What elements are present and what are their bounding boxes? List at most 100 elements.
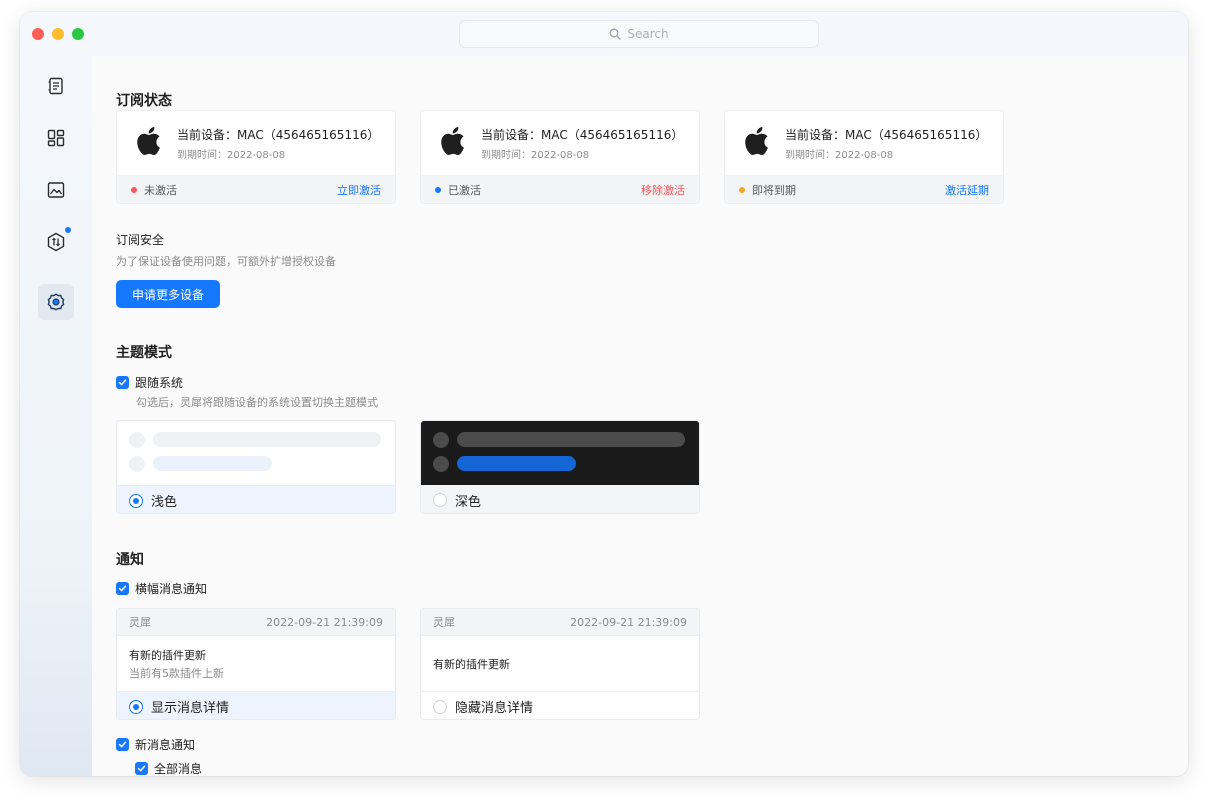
dashboard-icon [47, 129, 65, 147]
search-icon [609, 28, 622, 40]
notify-option-label: 隐藏消息详情 [455, 701, 534, 716]
device-info: 当前设备：MAC（456465165116） 到期时间：2022-08-08 [117, 111, 395, 175]
theme-option-label: 浅色 [151, 495, 178, 510]
device-info: 当前设备：MAC（456465165116） 到期时间：2022-08-08 [421, 111, 699, 175]
search-input[interactable]: Search [459, 20, 819, 48]
preview-bar [457, 432, 685, 447]
new-message-notify-label: 新消息通知 [135, 738, 196, 752]
device-expiry: 到期时间：2022-08-08 [481, 150, 590, 161]
status-dot-orange [739, 187, 745, 193]
theme-option-light[interactable]: 浅色 [116, 420, 396, 514]
checkbox-checked-icon [135, 762, 148, 775]
all-messages-checkbox[interactable]: 全部消息 [135, 760, 202, 776]
settings-content: 订阅状态 当前设备：MAC（456465165116） 到期时间：2022-08… [92, 56, 1188, 776]
notification-badge [65, 227, 71, 233]
preview-bar-accent [457, 456, 576, 471]
all-messages-label: 全部消息 [154, 762, 203, 776]
checkbox-checked-icon [116, 376, 129, 389]
notify-app-name: 灵犀 [129, 616, 151, 629]
image-icon [47, 182, 65, 198]
checkbox-checked-icon [116, 738, 129, 751]
search-placeholder: Search [627, 27, 669, 41]
dark-theme-preview [421, 421, 699, 485]
extend-activation-link[interactable]: 激活延期 [945, 182, 989, 198]
device-name: 当前设备：MAC（456465165116） [785, 128, 988, 142]
preview-bar [153, 432, 381, 447]
notify-preview-show-detail[interactable]: 灵犀 2022-09-21 21:39:09 有新的插件更新 当前有5款插件上新… [116, 608, 396, 720]
apple-icon [745, 127, 768, 156]
notify-preview-header: 灵犀 2022-09-21 21:39:09 [421, 609, 699, 636]
sidebar-item-settings[interactable] [38, 284, 74, 320]
notify-option-label: 显示消息详情 [151, 701, 230, 716]
dark-theme-footer: 深色 [421, 485, 699, 513]
device-expiry: 到期时间：2022-08-08 [785, 150, 894, 161]
status-dot-red [131, 187, 137, 193]
remove-activation-link[interactable]: 移除激活 [641, 182, 685, 198]
device-card-expiring: 当前设备：MAC（456465165116） 到期时间：2022-08-08 即… [724, 110, 1004, 204]
sidebar-item-image[interactable] [38, 172, 74, 208]
status-label: 已激活 [448, 184, 481, 197]
settings-icon [47, 293, 65, 311]
banner-notify-label: 横幅消息通知 [135, 582, 208, 596]
light-theme-footer: 浅色 [117, 485, 395, 513]
banner-notify-checkbox[interactable]: 横幅消息通知 [116, 580, 207, 597]
notify-subtitle: 当前有5款插件上新 [129, 667, 224, 680]
minimize-window-button[interactable] [52, 28, 64, 40]
follow-system-checkbox[interactable]: 跟随系统 [116, 374, 183, 391]
notify-app-name: 灵犀 [433, 616, 455, 629]
activate-now-link[interactable]: 立即激活 [337, 182, 381, 198]
notify-option-footer: 显示消息详情 [117, 691, 395, 719]
status-dot-blue [435, 187, 441, 193]
device-name: 当前设备：MAC（456465165116） [177, 128, 380, 142]
status-label: 即将到期 [752, 184, 796, 197]
notify-title: 有新的插件更新 [433, 658, 510, 671]
preview-avatar [433, 456, 449, 472]
close-window-button[interactable] [32, 28, 44, 40]
device-info: 当前设备：MAC（456465165116） 到期时间：2022-08-08 [725, 111, 1003, 175]
notify-option-footer: 隐藏消息详情 [421, 691, 699, 719]
subscription-security-desc: 为了保证设备使用问题，可额外扩增授权设备 [116, 255, 336, 268]
apple-icon [137, 127, 160, 156]
device-name: 当前设备：MAC（456465165116） [481, 128, 684, 142]
apply-more-devices-button[interactable]: 申请更多设备 [116, 280, 220, 308]
plugin-icon [47, 232, 65, 252]
device-card-inactive: 当前设备：MAC（456465165116） 到期时间：2022-08-08 未… [116, 110, 396, 204]
radio-unselected-icon [433, 699, 447, 714]
sidebar-item-dashboard[interactable] [38, 120, 74, 156]
checkbox-checked-icon [116, 582, 129, 595]
radio-selected-icon [129, 493, 143, 508]
device-status-bar: 已激活 移除激活 [421, 175, 699, 203]
section-title-subscription: 订阅状态 [116, 93, 172, 109]
device-expiry: 到期时间：2022-08-08 [177, 150, 286, 161]
device-status-bar: 即将到期 激活延期 [725, 175, 1003, 203]
follow-system-label: 跟随系统 [135, 376, 184, 390]
theme-option-label: 深色 [455, 494, 482, 510]
zoom-window-button[interactable] [72, 28, 84, 40]
notify-time: 2022-09-21 21:39:09 [266, 615, 383, 629]
follow-system-desc: 勾选后，灵犀将跟随设备的系统设置切换主题模式 [136, 396, 378, 409]
radio-selected-icon [129, 699, 143, 714]
sidebar [20, 56, 92, 776]
notify-preview-hide-detail[interactable]: 灵犀 2022-09-21 21:39:09 有新的插件更新 隐藏消息详情 [420, 608, 700, 720]
preview-avatar [129, 456, 145, 472]
subscription-security-title: 订阅安全 [116, 233, 165, 247]
preview-bar-accent [153, 456, 272, 471]
radio-unselected-icon [433, 493, 447, 507]
device-status-bar: 未激活 立即激活 [117, 175, 395, 203]
notebook-icon [48, 77, 63, 95]
light-theme-preview [117, 421, 395, 485]
notify-title: 有新的插件更新 [129, 649, 206, 662]
notify-preview-header: 灵犀 2022-09-21 21:39:09 [117, 609, 395, 636]
sidebar-item-notebook[interactable] [38, 68, 74, 104]
apple-icon [441, 127, 464, 156]
theme-option-dark[interactable]: 深色 [420, 420, 700, 514]
sidebar-item-plugin[interactable] [38, 224, 74, 260]
section-title-notify: 通知 [116, 552, 144, 568]
status-label: 未激活 [144, 184, 177, 197]
preview-avatar [433, 432, 449, 448]
preview-avatar [129, 432, 145, 448]
device-card-active: 当前设备：MAC（456465165116） 到期时间：2022-08-08 已… [420, 110, 700, 204]
new-message-notify-checkbox[interactable]: 新消息通知 [116, 736, 195, 753]
title-bar: Search [20, 12, 1188, 56]
app-window: Search 订阅状态 当前设备：MAC（456465165116） 到期时间：… [20, 12, 1188, 776]
